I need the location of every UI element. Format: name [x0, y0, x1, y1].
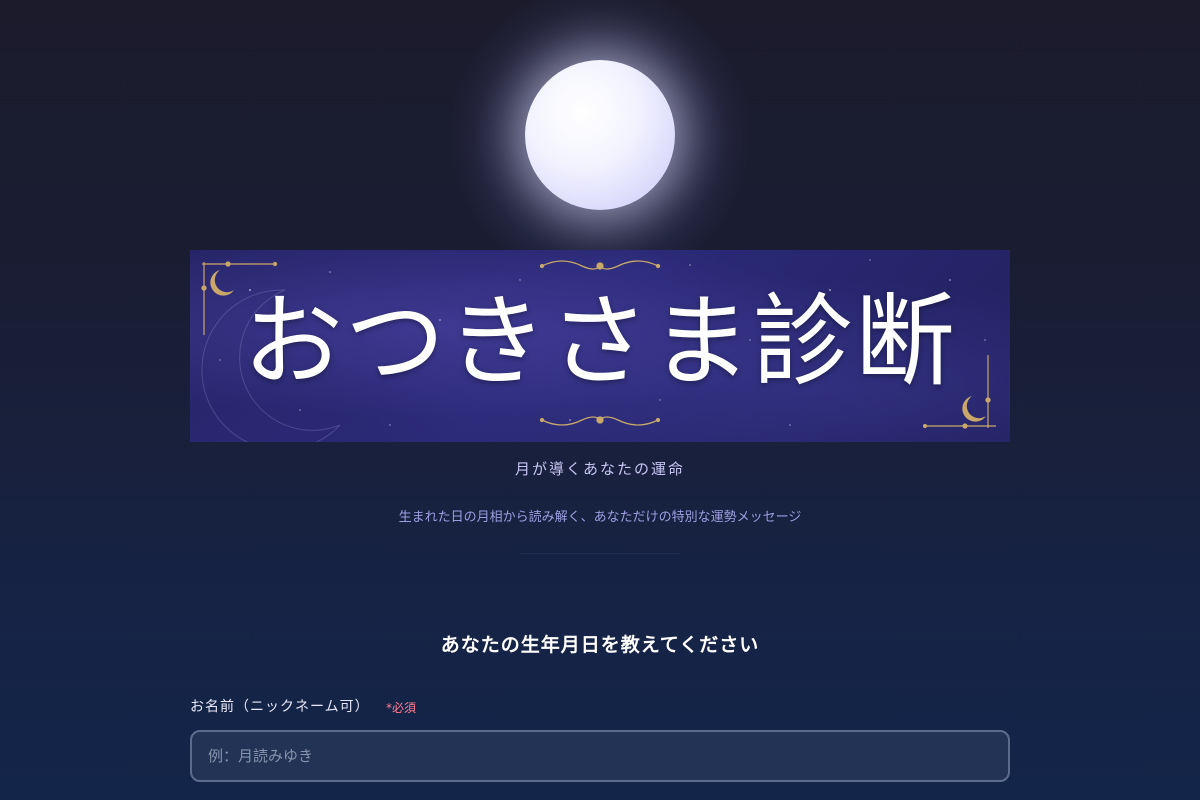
name-input[interactable]: [190, 730, 1010, 782]
form-heading: あなたの生年月日を教えてください: [440, 634, 760, 656]
page-title: おつきさま診断: [243, 283, 957, 400]
title-banner: おつきさま診断: [190, 250, 1010, 442]
divider: [520, 553, 680, 554]
description: 生まれた日の月相から読み解く、あなただけの特別な運勢メッセージ: [398, 510, 802, 525]
moon-icon: [525, 60, 675, 210]
required-badge: *必須: [386, 701, 417, 715]
tagline: 月が導くあなたの運命: [514, 460, 685, 478]
name-field-label: お名前（ニックネーム可）: [190, 699, 370, 715]
